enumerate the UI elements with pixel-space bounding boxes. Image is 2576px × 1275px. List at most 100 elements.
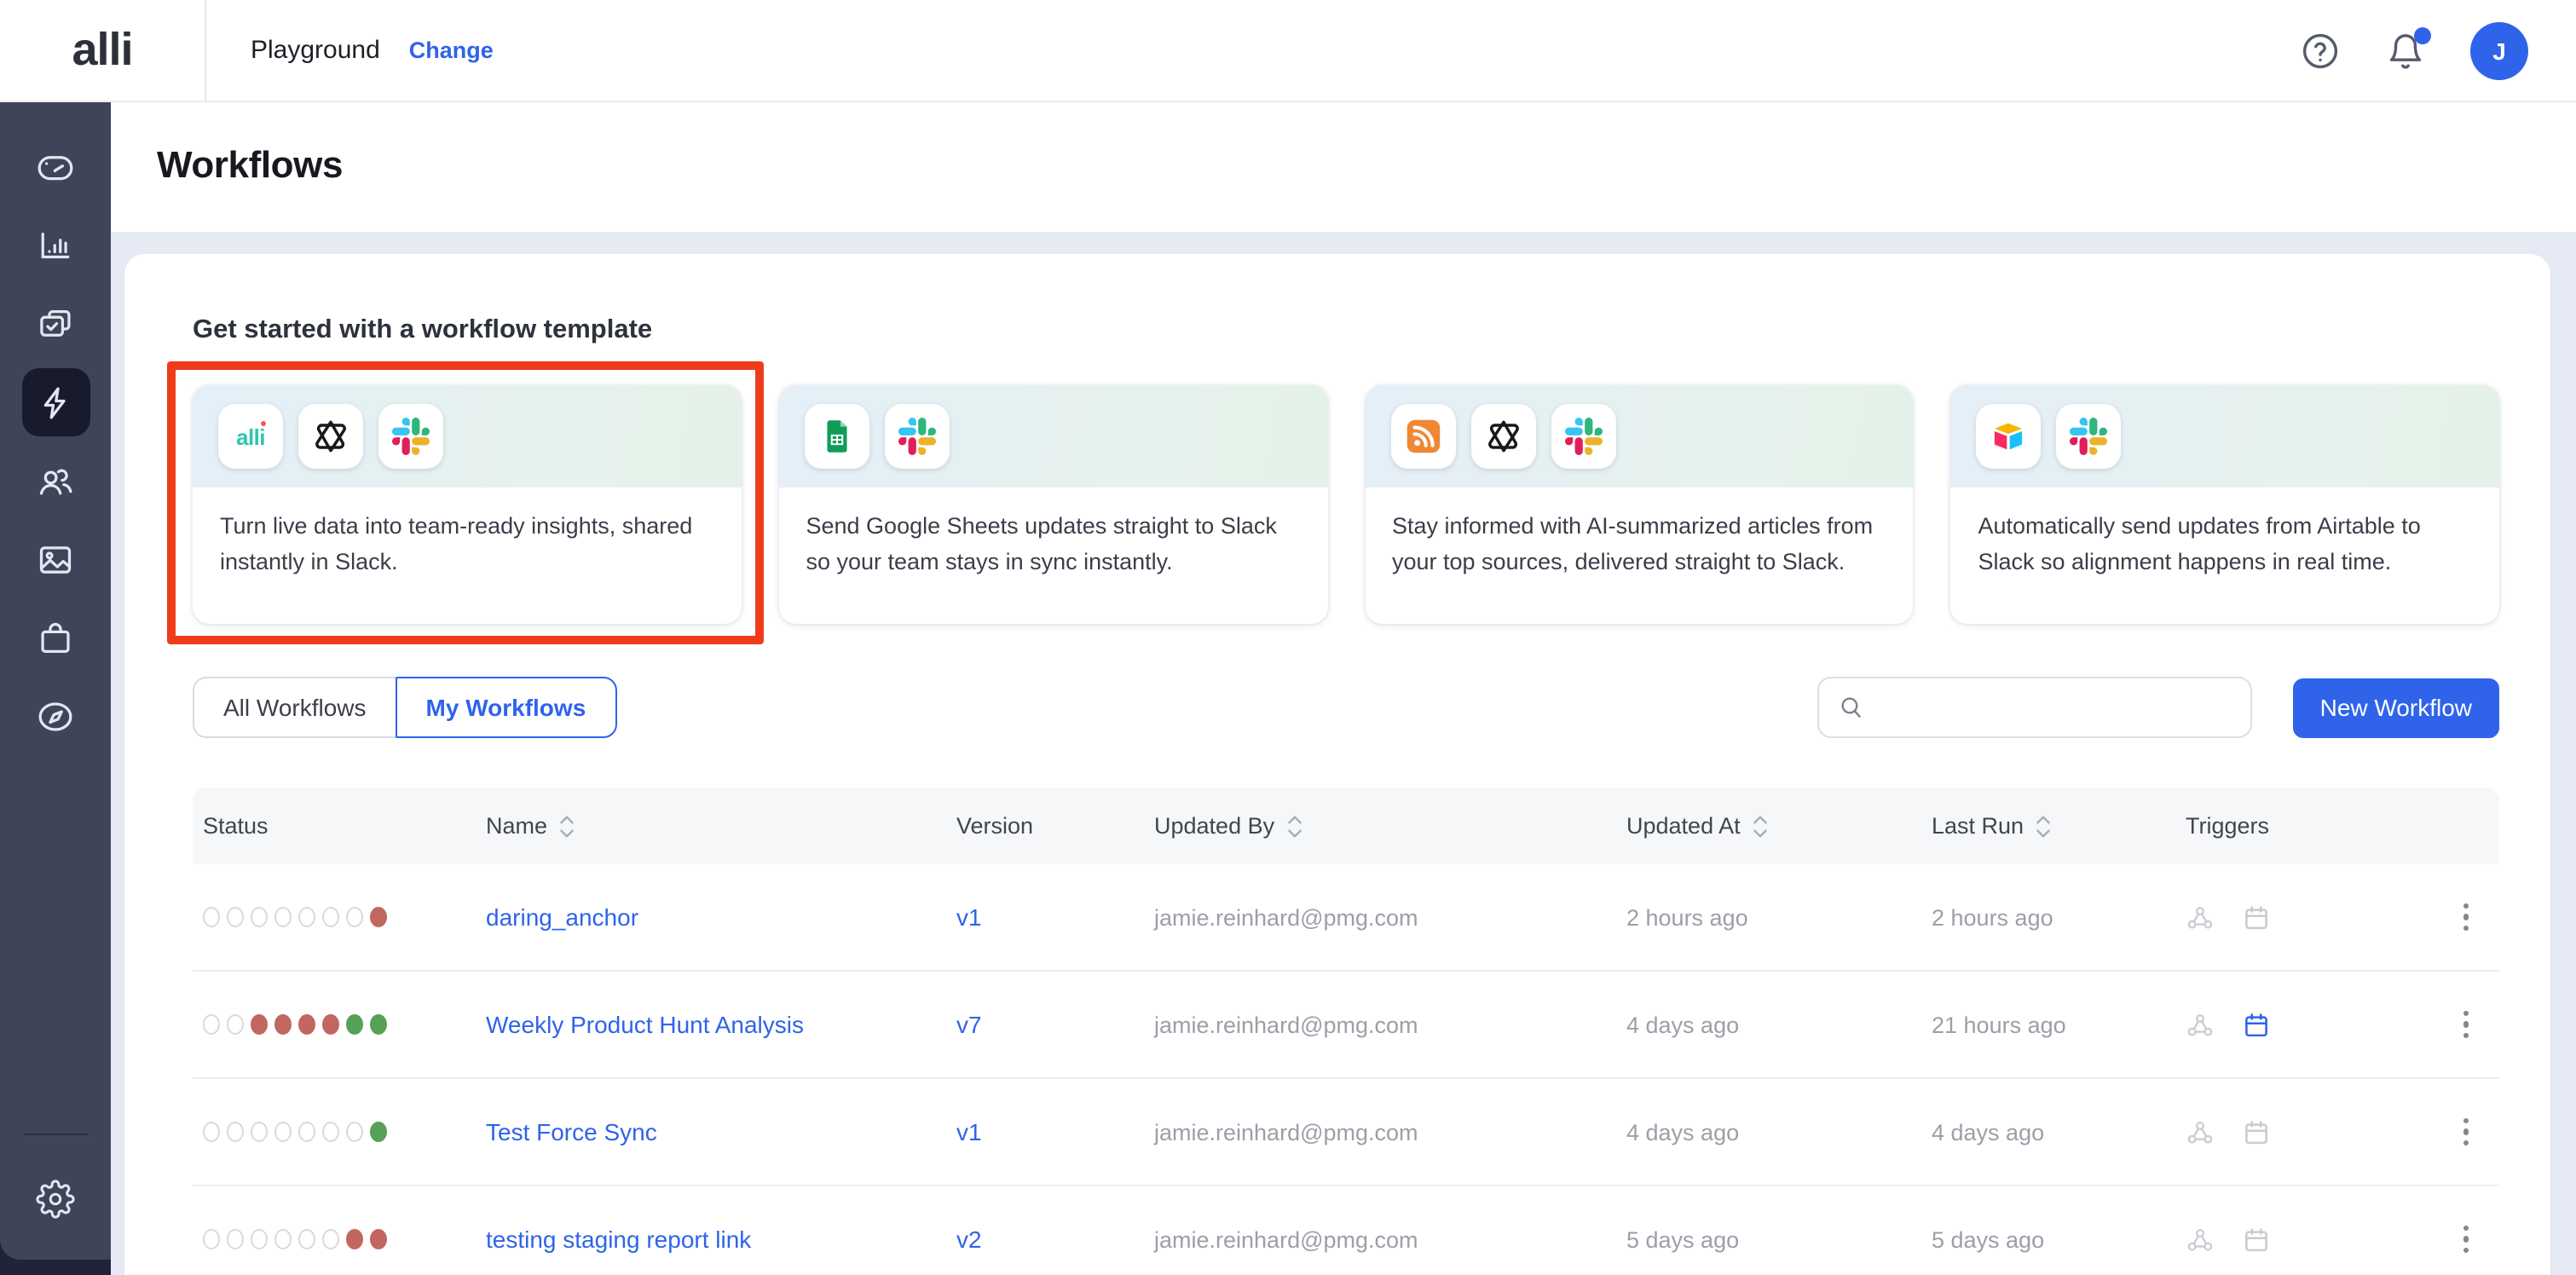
gear-icon: [36, 1179, 75, 1218]
status-dot-empty: [274, 1122, 292, 1142]
column-header-updated-by[interactable]: Updated By: [1144, 813, 1616, 839]
sidebar-item-analytics[interactable]: [21, 211, 90, 280]
sidebar-item-tasks[interactable]: [21, 290, 90, 358]
webhook-trigger-icon: [2186, 1010, 2215, 1039]
page-header: Workflows: [111, 102, 2576, 232]
gauge-icon: [36, 147, 75, 187]
status-dot-green: [370, 1122, 387, 1142]
new-workflow-button[interactable]: New Workflow: [2293, 678, 2499, 737]
template-description: Stay informed with AI-summarized article…: [1392, 510, 1886, 581]
workflow-name-link[interactable]: Weekly Product Hunt Analysis: [486, 1011, 804, 1038]
status-dots: [203, 1122, 387, 1142]
column-header-last-run[interactable]: Last Run: [1921, 813, 2175, 839]
sidebar-item-explore[interactable]: [21, 682, 90, 750]
user-avatar[interactable]: J: [2470, 21, 2528, 79]
updated-by-value: jamie.reinhard@pmg.com: [1154, 904, 1418, 930]
status-dot-empty: [322, 1122, 339, 1142]
last-run-value: 5 days ago: [1932, 1226, 2044, 1252]
status-dots: [203, 907, 387, 927]
status-dot-red: [298, 1014, 315, 1035]
webhook-trigger-icon: [2186, 1117, 2215, 1146]
sidebar-item-dashboard[interactable]: [21, 133, 90, 201]
template-card-wrap-1: alli Turn live data into team-ready insi…: [193, 385, 742, 624]
status-dot-empty: [346, 907, 363, 927]
workflow-name-link[interactable]: Test Force Sync: [486, 1118, 657, 1145]
sidebar-item-settings[interactable]: [21, 1164, 90, 1232]
workflow-version-link[interactable]: v2: [956, 1226, 982, 1253]
workspace-change-link[interactable]: Change: [409, 38, 494, 63]
sidebar-column: [0, 102, 111, 1275]
sort-icon[interactable]: [559, 814, 575, 838]
status-dot-empty: [274, 1229, 292, 1249]
status-dot-empty: [203, 1229, 220, 1249]
webhook-trigger-icon: [2186, 1225, 2215, 1254]
sidebar-item-media[interactable]: [21, 525, 90, 593]
notifications-bell-icon[interactable]: [2385, 30, 2426, 71]
last-run-value: 2 hours ago: [1932, 904, 2053, 930]
lightning-icon: [36, 383, 75, 422]
schedule-trigger-icon: [2242, 1225, 2271, 1254]
workflow-version-link[interactable]: v7: [956, 1011, 982, 1038]
workflow-version-link[interactable]: v1: [956, 903, 982, 931]
template-app-icons: [1390, 404, 1615, 469]
row-actions-kebab-icon[interactable]: [2456, 1004, 2475, 1046]
airtable-app-icon: [1977, 404, 2042, 469]
toolbar-right: New Workflow: [1817, 677, 2499, 738]
sidebar-item-commerce[interactable]: [21, 603, 90, 672]
status-dot-empty: [322, 907, 339, 927]
workflow-version-link[interactable]: v1: [956, 1118, 982, 1145]
updated-at-value: 4 days ago: [1626, 1012, 1739, 1037]
notification-dot: [2414, 26, 2431, 43]
page-body: Get started with a workflow template all…: [111, 232, 2576, 1275]
webhook-trigger-icon: [2186, 903, 2215, 932]
template-app-icons: alli: [218, 404, 443, 469]
sort-icon[interactable]: [1753, 814, 1768, 838]
template-description: Automatically send updates from Airtable…: [1978, 510, 2473, 581]
help-icon[interactable]: [2300, 30, 2341, 71]
column-header-name[interactable]: Name: [476, 813, 946, 839]
column-header-updated-at[interactable]: Updated At: [1616, 813, 1921, 839]
workflow-name-link[interactable]: daring_anchor: [486, 903, 638, 931]
trigger-icons: [2186, 903, 2271, 932]
status-dot-empty: [227, 1122, 244, 1142]
template-card-rss-openai-slack[interactable]: Stay informed with AI-summarized article…: [1365, 385, 1914, 624]
users-icon: [36, 461, 75, 500]
template-card-alli-openai-slack[interactable]: alli Turn live data into team-ready insi…: [193, 385, 742, 624]
template-card-wrap-2: Send Google Sheets updates straight to S…: [779, 385, 1328, 624]
status-dot-green: [346, 1014, 363, 1035]
header-actions: J: [2300, 21, 2576, 79]
sort-icon[interactable]: [1286, 814, 1302, 838]
search-box[interactable]: [1817, 677, 2252, 738]
workflows-toolbar: All Workflows My Workflows New Workflow: [193, 677, 2499, 738]
status-dot-empty: [298, 907, 315, 927]
template-card-sheets-slack[interactable]: Send Google Sheets updates straight to S…: [779, 385, 1328, 624]
template-card-banner: [1365, 385, 1914, 488]
tab-all-workflows[interactable]: All Workflows: [193, 677, 396, 738]
workspace-switcher: Playground Change: [251, 36, 494, 65]
search-input[interactable]: [1879, 695, 2232, 720]
app-logo[interactable]: alli: [0, 0, 206, 101]
tab-my-workflows[interactable]: My Workflows: [396, 677, 617, 738]
template-card-body: Stay informed with AI-summarized article…: [1365, 488, 1914, 603]
template-card-airtable-slack[interactable]: Automatically send updates from Airtable…: [1951, 385, 2500, 624]
trigger-icons: [2186, 1117, 2271, 1146]
sidebar-item-workflows[interactable]: [21, 368, 90, 436]
workflow-name-link[interactable]: testing staging report link: [486, 1226, 751, 1253]
status-dot-empty: [346, 1122, 363, 1142]
search-icon: [1838, 694, 1865, 721]
row-actions-kebab-icon[interactable]: [2456, 897, 2475, 938]
status-dot-empty: [203, 907, 220, 927]
openai-app-icon: [1470, 404, 1535, 469]
template-card-banner: [779, 385, 1328, 488]
sidebar-nav: [0, 102, 111, 1260]
app-window: alli Playground Change J: [0, 0, 2576, 1275]
status-dot-empty: [227, 1014, 244, 1035]
sidebar-item-audiences[interactable]: [21, 447, 90, 515]
sidebar-footer: [0, 1134, 111, 1260]
sort-icon[interactable]: [2036, 814, 2051, 838]
schedule-trigger-icon: [2242, 1117, 2271, 1146]
row-actions-kebab-icon[interactable]: [2456, 1219, 2475, 1261]
row-actions-kebab-icon[interactable]: [2456, 1111, 2475, 1153]
status-dot-empty: [274, 907, 292, 927]
image-icon: [36, 539, 75, 579]
